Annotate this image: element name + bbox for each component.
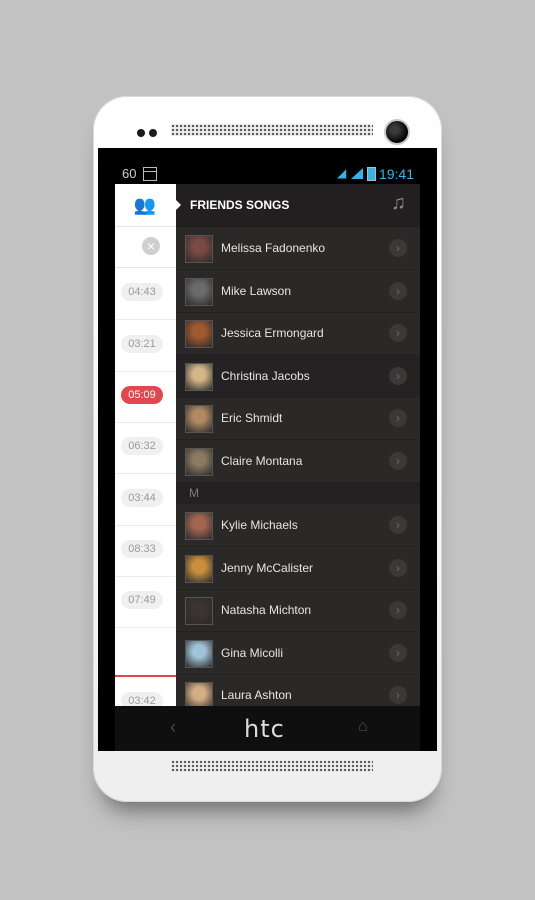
status-time: 19:41 [378,166,414,182]
avatar [185,682,213,706]
sensor-dot [149,129,157,137]
avatar [185,235,213,263]
drawer-title: FRIENDS SONGS [190,198,290,212]
duration-badge: 05:09 [121,386,163,404]
nav-bar: ‹ htc ⌂ [115,706,420,751]
time-row[interactable]: 03:44 [115,474,176,526]
top-speaker [171,124,373,136]
chevron-right-icon[interactable]: › [389,516,407,534]
avatar [185,362,213,391]
time-row[interactable]: 04:43 [115,268,176,320]
section-letter: M [189,486,199,500]
battery-icon [367,167,376,181]
friend-name: Natasha Michton [221,603,312,617]
friend-name: Jessica Ermongard [221,326,324,340]
bottom-speaker [171,760,373,772]
friend-name: Eric Shmidt [221,411,283,425]
chevron-right-icon[interactable]: › [389,451,407,470]
friend-name: Jenny McCalister [221,560,314,575]
front-camera [384,119,410,145]
duration-badge: 04:43 [121,283,163,301]
clear-icon[interactable]: × [142,237,160,255]
friend-name: Melissa Fadonenko [221,241,326,255]
chevron-right-icon[interactable]: › [389,686,407,704]
friend-list-item[interactable]: Claire Montana › [176,440,420,483]
time-row[interactable]: 05:09 [115,371,176,423]
main-list-panel: 👥 × 04:43 03:21 05:09 06:32 03:44 08:33 07:49 0… [115,184,176,706]
friend-name: Claire Montana [221,453,303,468]
avatar [185,277,213,306]
status-bar: 60 ◢ 19:41 [115,164,420,184]
time-row[interactable]: 07:49 [115,576,176,628]
friend-name: Mike Lawson [221,283,292,298]
duration-badge: 03:42 [121,692,163,706]
friend-list-item[interactable]: Mike Lawson › [176,270,420,313]
duration-badge: 03:44 [121,489,163,507]
search-bar[interactable]: × [115,227,176,268]
time-row[interactable]: 08:33 [115,525,176,577]
friend-list-item[interactable]: Jenny McCalister › [176,547,420,590]
chevron-right-icon[interactable]: › [389,281,407,300]
friend-list-item[interactable]: Laura Ashton › [176,674,420,706]
friend-name: Gina Micolli [221,645,284,660]
back-icon[interactable]: ‹ [170,717,176,738]
music-note-icon[interactable]: ♫ [391,192,406,215]
chevron-right-icon[interactable]: › [389,239,407,257]
avatar [185,512,213,540]
drawer-header: FRIENDS SONGS ♫ [175,184,420,227]
duration-badge: 07:49 [121,591,163,609]
avatar [185,554,213,583]
avatar [185,597,213,625]
chevron-right-icon[interactable]: › [389,324,407,342]
time-row[interactable]: 03:42 [115,677,176,706]
home-icon[interactable]: ⌂ [358,718,368,736]
friends-icon[interactable]: 👥 [130,195,160,215]
htc-logo: htc [244,715,285,743]
friend-name: Christina Jacobs [221,368,310,383]
main-header: 👥 [115,184,176,227]
screen: 60 ◢ 19:41 👥 × 04:43 03:21 05:09 06:32 03:44… [115,164,420,706]
friend-list-item[interactable]: Melissa Fadonenko › [176,227,420,270]
chevron-right-icon[interactable]: › [389,558,407,577]
friend-list-item[interactable]: Natasha Michton › [176,589,420,632]
friend-name: Laura Ashton [221,688,292,702]
calendar-icon [143,167,157,181]
wifi-icon: ◢ [337,166,347,180]
signal-icon [351,168,363,179]
friend-list-item[interactable]: Eric Shmidt › [176,397,420,440]
avatar [185,405,213,433]
avatar [185,639,213,668]
section-header: M [176,482,420,504]
friend-list-item[interactable]: Christina Jacobs › [176,354,420,398]
status-number: 60 [122,166,137,181]
friend-list-item[interactable]: Kylie Michaels › [176,504,420,547]
chevron-right-icon[interactable]: › [389,366,407,385]
duration-badge: 06:32 [121,437,163,455]
chevron-right-icon[interactable]: › [389,601,407,619]
avatar [185,320,213,348]
chevron-right-icon[interactable]: › [389,643,407,662]
friend-list-item[interactable]: Jessica Ermongard › [176,312,420,355]
duration-badge: 08:33 [121,540,163,558]
time-row[interactable]: 06:32 [115,422,176,474]
avatar [185,447,213,476]
drawer-notch [175,199,181,211]
duration-badge: 03:21 [121,335,163,353]
sensor-dot [137,129,145,137]
friend-list-item[interactable]: Gina Micolli › [176,632,420,675]
chevron-right-icon[interactable]: › [389,409,407,427]
friend-name: Kylie Michaels [221,518,298,532]
time-row[interactable]: 03:21 [115,320,176,372]
progress-line [115,675,176,677]
friends-drawer: FRIENDS SONGS ♫ Melissa Fadonenko › Mike L… [175,184,420,706]
